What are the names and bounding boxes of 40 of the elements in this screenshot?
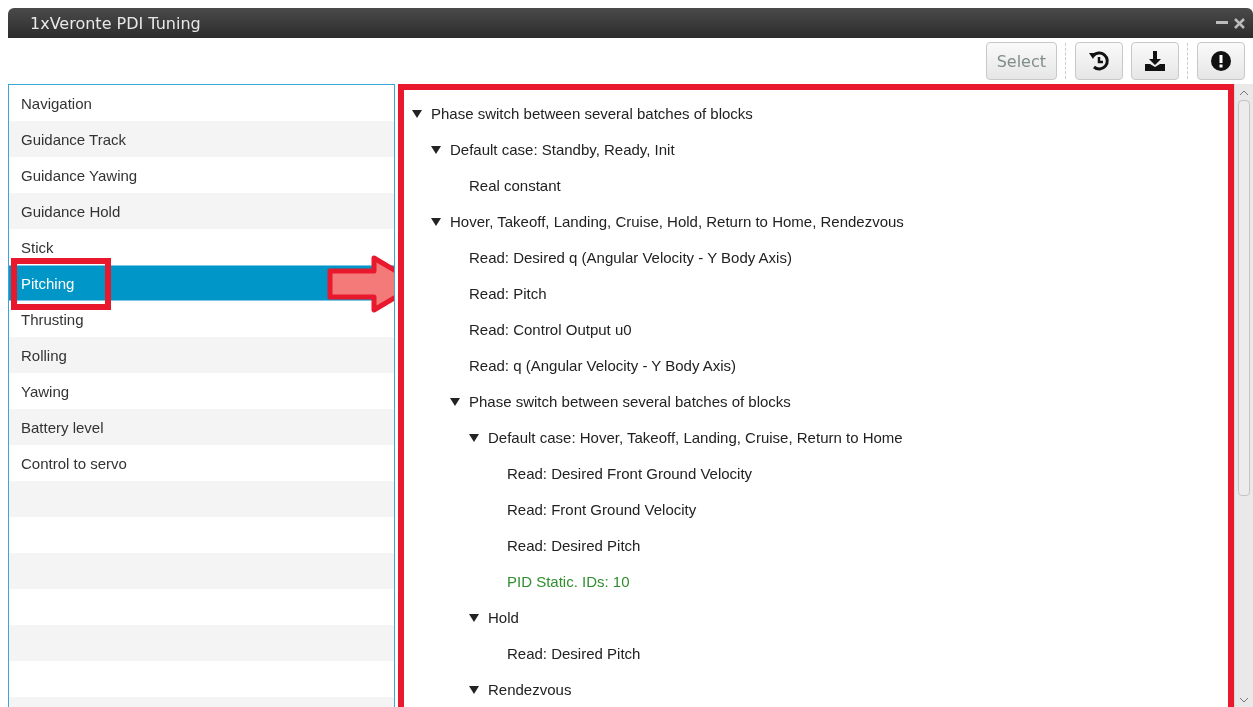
tree-item[interactable]: Read: Control Output u0 <box>469 320 632 338</box>
expanded-triangle-icon[interactable] <box>431 216 441 226</box>
history-button[interactable] <box>1075 42 1123 80</box>
tree-item[interactable]: PID Static. IDs: 10 <box>507 572 630 590</box>
window-title: 1xVeronte PDI Tuning <box>30 13 202 33</box>
tree-item[interactable]: Default case: Standby, Ready, Init <box>450 140 675 158</box>
tree-item[interactable]: Rendezvous <box>488 680 572 698</box>
scroll-down-icon[interactable] <box>1239 697 1249 703</box>
download-button[interactable] <box>1131 42 1179 80</box>
sidebar-item[interactable]: Battery level <box>9 409 394 445</box>
tree-item[interactable]: Read: Desired Front Ground Velocity <box>507 464 753 482</box>
tree-item[interactable]: Hover, Takeoff, Landing, Cruise, Hold, Return to Home, Rendezvous <box>450 212 904 230</box>
tree-item[interactable]: Phase switch between several batches of blocks <box>469 392 791 410</box>
sidebar-item[interactable]: Guidance Hold <box>9 193 394 229</box>
expanded-triangle-icon[interactable] <box>450 396 460 406</box>
info-button[interactable] <box>1197 42 1245 80</box>
close-icon[interactable] <box>1234 17 1245 29</box>
minimize-icon[interactable] <box>1216 21 1228 25</box>
sidebar-item[interactable]: Guidance Track <box>9 121 394 157</box>
expanded-triangle-icon[interactable] <box>469 432 479 442</box>
tree-item[interactable]: Read: Desired Pitch <box>507 536 641 554</box>
tree-item[interactable]: Default case: Hover, Takeoff, Landing, Cruise, Return to Home <box>488 428 903 446</box>
scroll-thumb[interactable] <box>1238 100 1250 496</box>
history-icon <box>1088 50 1110 72</box>
scroll-up-icon[interactable] <box>1239 90 1249 96</box>
tree-item[interactable]: Read: q (Angular Velocity - Y Body Axis) <box>469 356 737 374</box>
expanded-triangle-icon[interactable] <box>412 108 422 118</box>
tree-item[interactable]: Hold <box>488 608 519 626</box>
expanded-triangle-icon[interactable] <box>431 144 441 154</box>
expanded-triangle-icon[interactable] <box>469 612 479 622</box>
expanded-triangle-icon[interactable] <box>469 684 479 694</box>
exclamation-icon <box>1211 51 1231 71</box>
tree-item[interactable]: Read: Desired q (Angular Velocity - Y Body Axis) <box>469 248 792 266</box>
sidebar-item[interactable]: Rolling <box>9 337 394 373</box>
tree-item[interactable]: Read: Pitch <box>469 284 547 302</box>
tree-item[interactable]: Phase switch between several batches of blocks <box>431 104 753 122</box>
tree-item[interactable]: Real constant <box>469 176 561 194</box>
tree-item[interactable]: Read: Desired Pitch <box>507 644 641 662</box>
download-icon <box>1144 50 1166 72</box>
tree-item[interactable]: Read: Front Ground Velocity <box>507 500 697 518</box>
